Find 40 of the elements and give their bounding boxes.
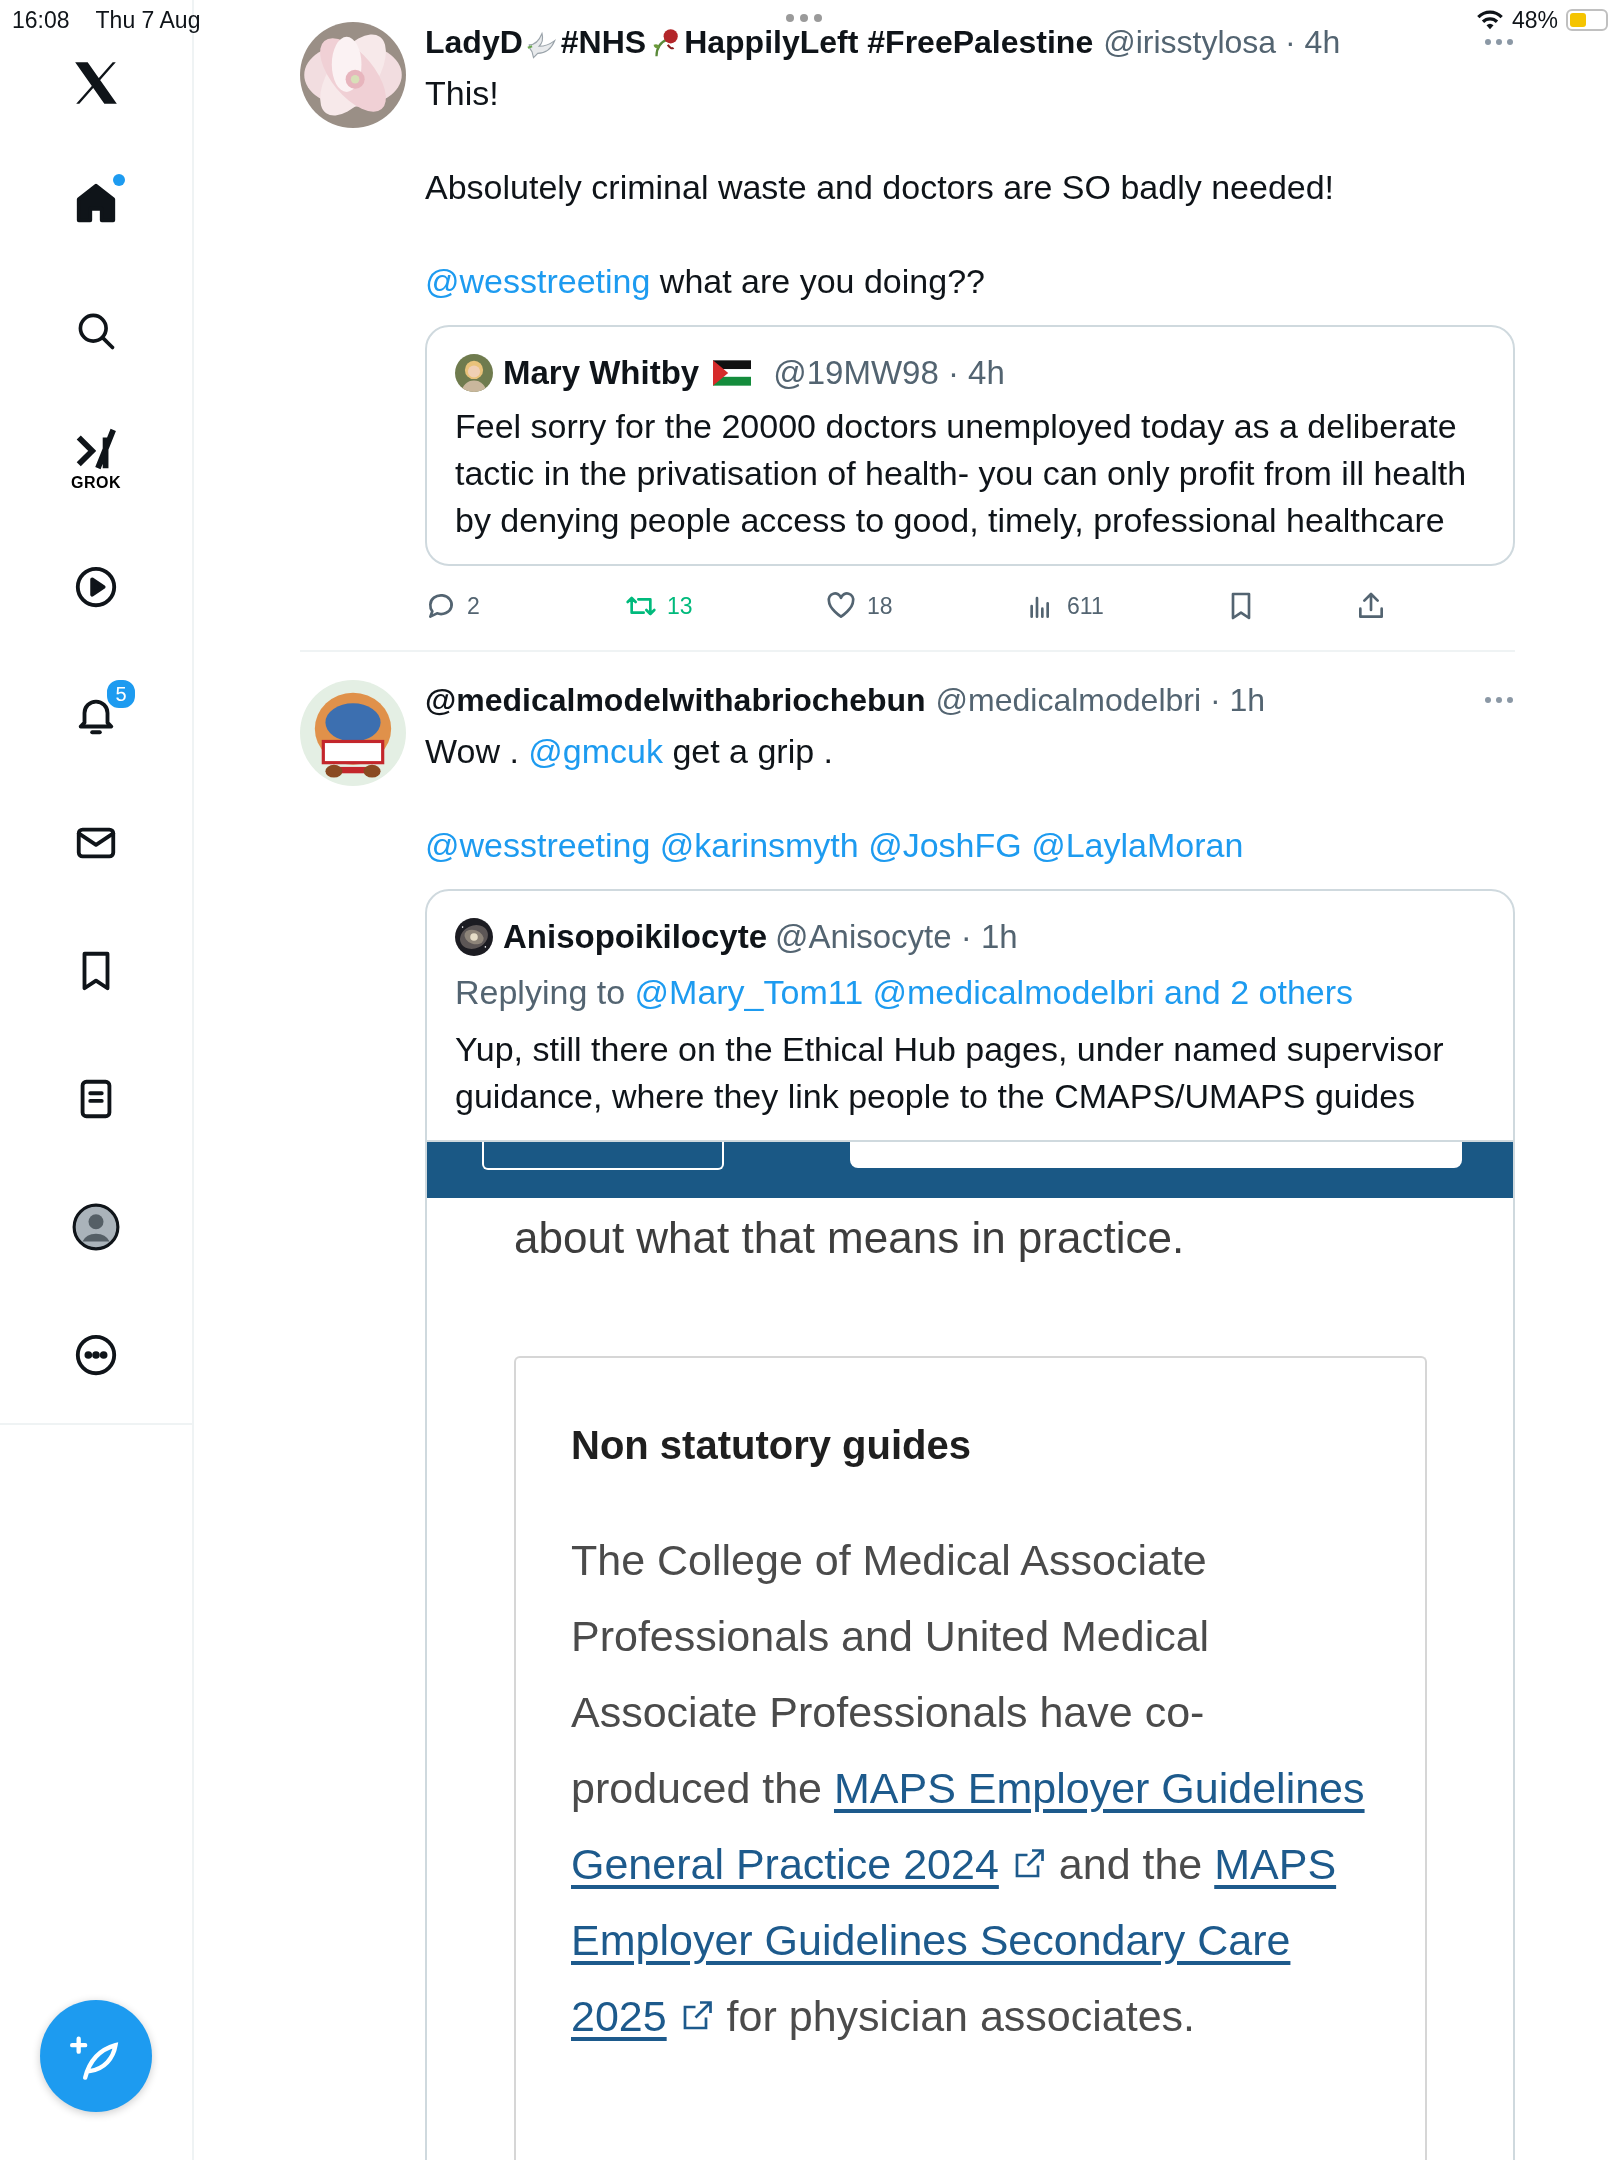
guidelines-link[interactable]: 2025: [571, 1978, 667, 2054]
guidelines-link[interactable]: General Practice 2024: [571, 1826, 999, 1902]
compose-button[interactable]: [40, 2000, 152, 2112]
like-button[interactable]: 18: [825, 590, 1025, 622]
battery-icon: [1566, 9, 1608, 31]
author-name[interactable]: LadyD: [425, 22, 523, 62]
page-text: about what that means in practice.: [513, 1212, 1186, 1264]
profile-icon[interactable]: [71, 1202, 121, 1252]
tweet-text: This! Absolutely criminal waste and doctors are SO badly needed! @wesstreeting what are you doing??: [425, 73, 1336, 302]
handle-and-time: @Anisocyte · 1h: [775, 917, 1018, 957]
quoted-text: Yup, still there on the Ethical Hub pages, under named supervisor guidance, where they link people to the CMAPS/UMAPS guides: [455, 1029, 1445, 1117]
card-paragraph: The College of Medical Associate Professionals and United Medical Associate Professionals have co- produced the MAPS Employer Guidelines General Practice 2024 and the MAPS Employer Guidelines Secondary Care 2025 for physician associates.: [571, 1522, 1425, 2054]
author-name[interactable]: #NHS: [560, 22, 647, 62]
author-name[interactable]: @medicalmodelwithabriochebun: [425, 680, 926, 720]
play-icon[interactable]: [73, 564, 119, 610]
guidelines-link[interactable]: MAPS Employer Guidelines: [834, 1750, 1365, 1826]
handle-and-time: @19MW98 · 4h: [773, 353, 1005, 393]
views-button[interactable]: 611: [1025, 590, 1225, 622]
battery-percent: 48%: [1511, 6, 1558, 34]
replying-to: Replying to @Mary_Tom11 @medicalmodelbri and 2 others: [455, 972, 1355, 1013]
quoted-text: Feel sorry for the 20000 doctors unemployed today as a deliberate tactic in the privatisation of health- you can only profit from ill health by denying people access to good, timely, professional healthcare: [455, 406, 1468, 541]
more-icon[interactable]: [73, 1332, 119, 1378]
author-name[interactable]: Anisopoikilocyte: [503, 917, 768, 957]
grok-label: GROK: [71, 474, 121, 492]
flag-icon: [713, 359, 752, 387]
tweet-text: Wow . @gmcuk get a grip . @wesstreeting @karinsmyth @JoshFG @LaylaMoran: [425, 731, 1245, 866]
card-heading: Non statutory guides: [571, 1422, 973, 1469]
clock: 16:08: [12, 6, 70, 34]
wifi-icon: [1475, 9, 1504, 31]
reply-button[interactable]: 2: [425, 590, 625, 622]
notification-badge: 5: [105, 678, 137, 710]
grok-button[interactable]: GROK: [71, 426, 121, 492]
author-name[interactable]: HappilyLeft #FreePalestine: [684, 22, 1094, 62]
guidelines-link[interactable]: MAPS: [1214, 1826, 1337, 1902]
date: Thu 7 Aug: [95, 6, 201, 34]
handle-and-time: @medicalmodelbri · 1h: [935, 681, 1266, 720]
guidelines-link[interactable]: Employer Guidelines Secondary Care: [571, 1902, 1291, 1978]
multitasking-icon[interactable]: [784, 12, 824, 24]
author-name[interactable]: Mary Whitby: [503, 353, 700, 393]
handle-and-time: @irisstylosa · 4h: [1103, 23, 1341, 62]
